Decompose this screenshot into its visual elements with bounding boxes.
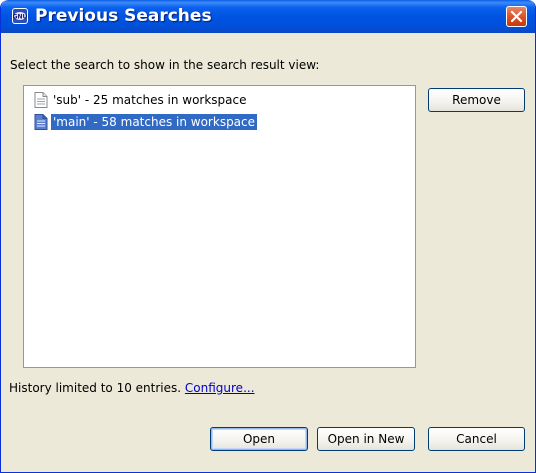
open-button[interactable]: Open (210, 427, 308, 451)
cancel-button-label: Cancel (456, 432, 497, 446)
configure-link[interactable]: Configure... (185, 381, 255, 395)
document-icon (34, 92, 48, 108)
history-info: History limited to 10 entries. Configure… (9, 381, 255, 395)
open-in-new-button[interactable]: Open in New (317, 427, 415, 451)
history-text: History limited to 10 entries. (9, 381, 182, 395)
previous-searches-dialog: GNU Previous Searches Select the search … (0, 0, 536, 473)
remove-button[interactable]: Remove (428, 88, 525, 112)
search-history-list[interactable]: 'sub' - 25 matches in workspace 'main' -… (23, 85, 416, 368)
open-button-label: Open (242, 432, 276, 446)
gnu-app-icon: GNU (12, 8, 28, 24)
svg-text:GNU: GNU (13, 14, 28, 21)
open-in-new-button-label: Open in New (327, 432, 405, 446)
cancel-button[interactable]: Cancel (428, 427, 525, 451)
close-button[interactable] (506, 6, 527, 27)
close-icon (510, 10, 523, 23)
document-icon (34, 114, 48, 130)
remove-button-label: Remove (452, 93, 501, 107)
list-item-label: 'sub' - 25 matches in workspace (53, 93, 247, 107)
list-item-selected[interactable]: 'main' - 58 matches in workspace (34, 112, 258, 132)
prompt-label: Select the search to show in the search … (10, 58, 319, 72)
list-item-label: 'main' - 58 matches in workspace (51, 114, 258, 130)
title-bar[interactable]: GNU Previous Searches (1, 0, 535, 33)
list-item[interactable]: 'sub' - 25 matches in workspace (34, 90, 249, 110)
prompt-text: Select the search to show in the search … (10, 58, 320, 72)
window-title: Previous Searches (35, 6, 212, 26)
